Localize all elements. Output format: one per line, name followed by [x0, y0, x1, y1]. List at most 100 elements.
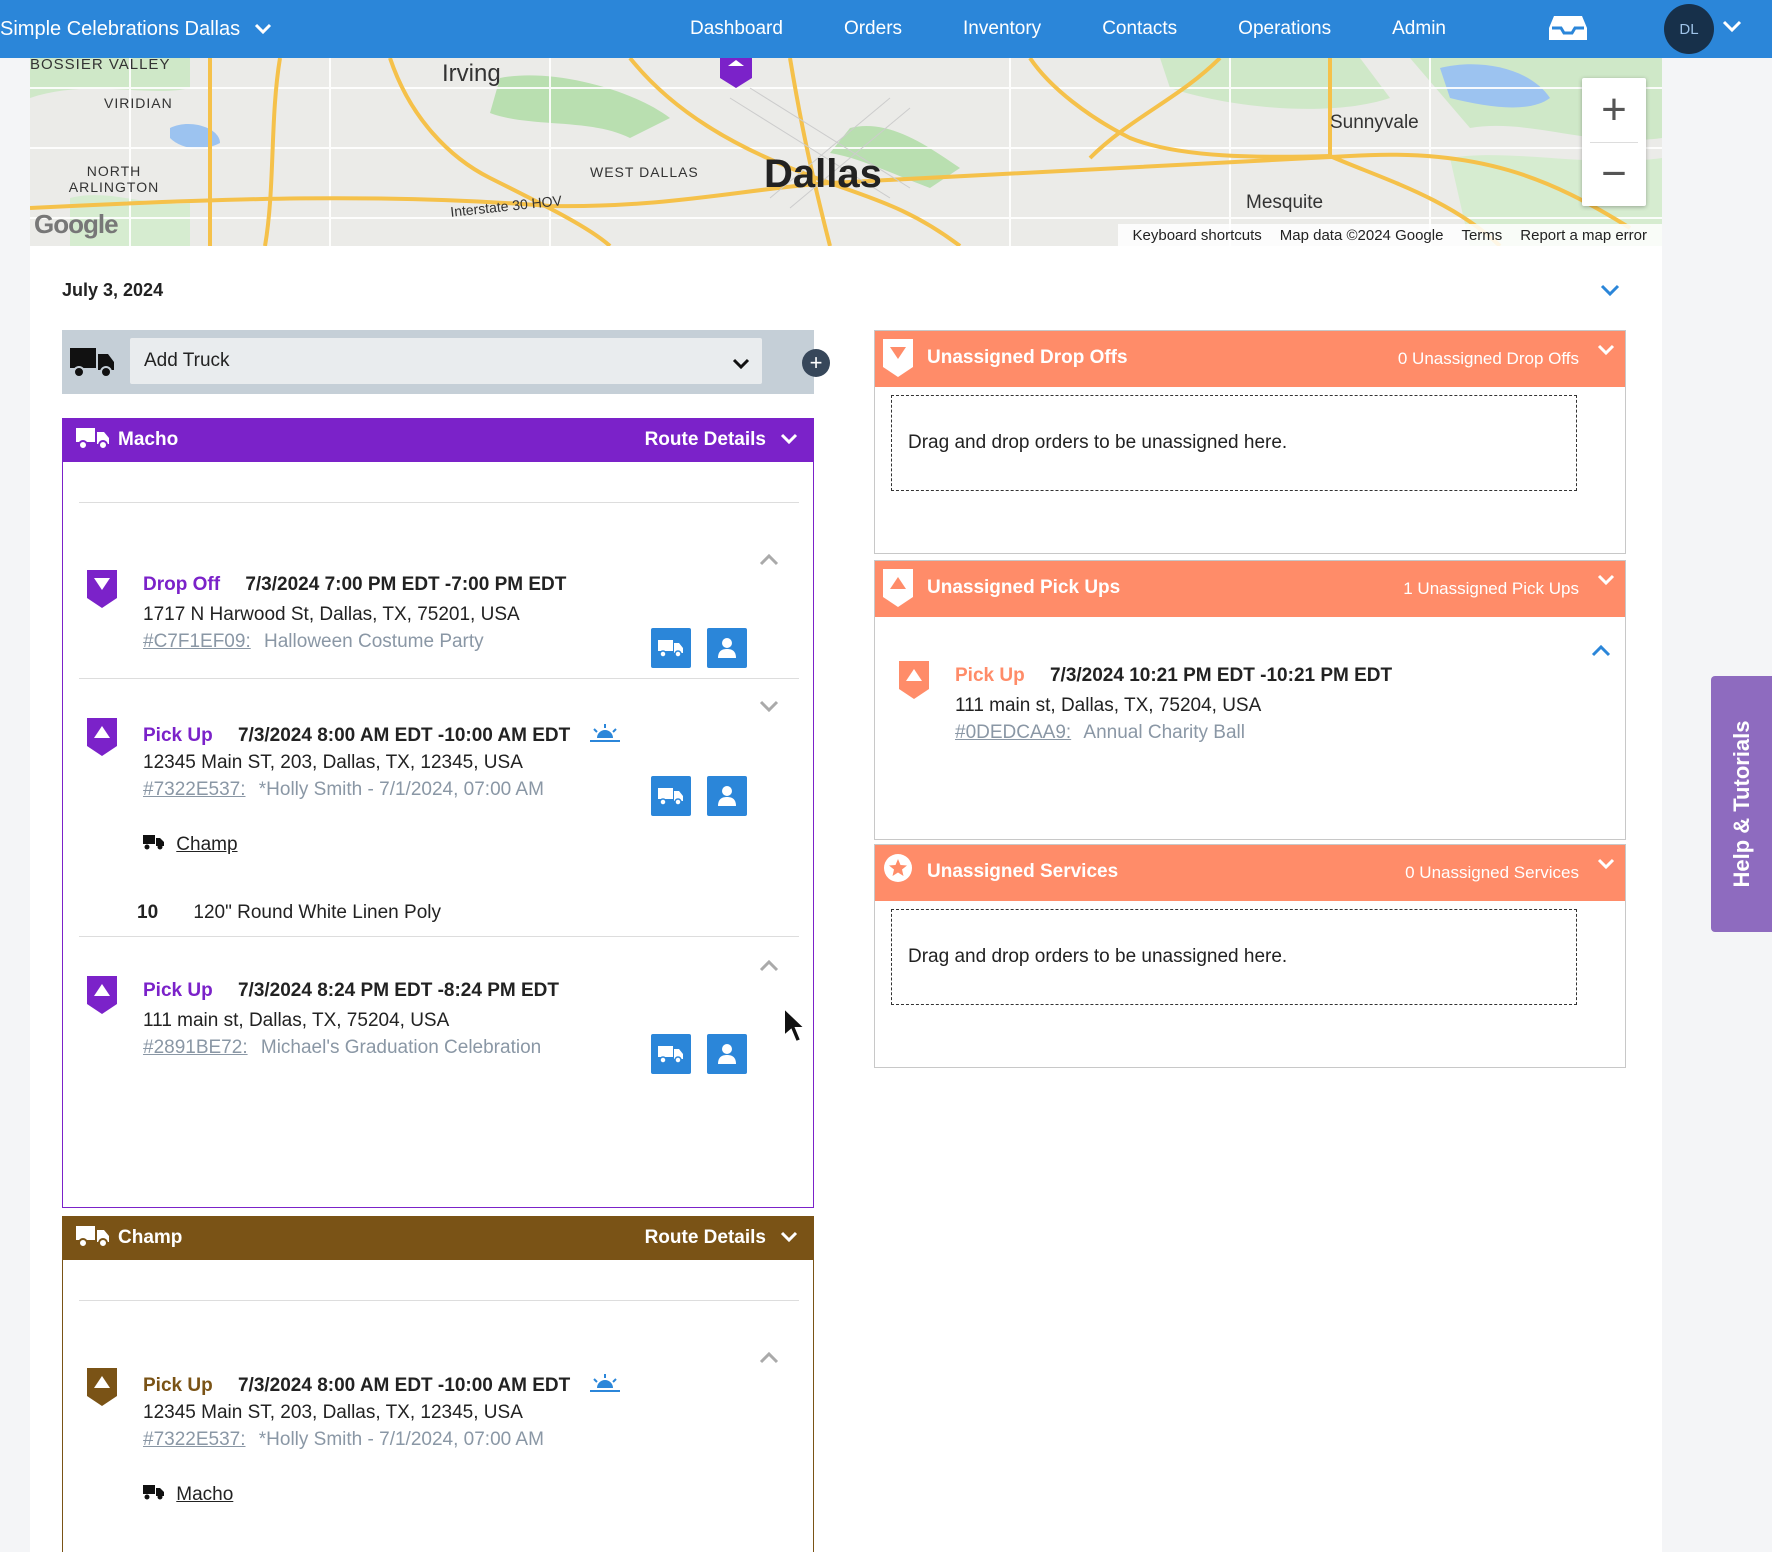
chevron-up-icon[interactable]	[759, 1350, 779, 1369]
zoom-out-button[interactable]: −	[1582, 142, 1646, 206]
mouse-cursor-icon	[782, 1005, 808, 1051]
order-name: Annual Charity Ball	[1083, 722, 1245, 743]
line-item: 10 120" Round White Linen Poly	[137, 902, 441, 924]
person-icon	[718, 786, 736, 806]
panel-header[interactable]: Unassigned Drop Offs 0 Unassigned Drop O…	[875, 331, 1625, 387]
avatar[interactable]: DL	[1664, 4, 1714, 54]
route-stops: Pick Up 7/3/2024 8:00 AM EDT -10:00 AM E…	[62, 1260, 814, 1552]
order-id-link[interactable]: #7322E537:	[143, 779, 246, 800]
stop-header: Pick Up 7/3/2024 8:24 PM EDT -8:24 PM ED…	[143, 980, 559, 1002]
nav-operations[interactable]: Operations	[1238, 18, 1331, 40]
chevron-down-icon[interactable]	[1597, 857, 1615, 875]
stop-time: 7/3/2024 8:00 AM EDT -10:00 AM EDT	[237, 725, 571, 747]
map-label: BOSSIER VALLEY	[30, 58, 171, 73]
order-id-link[interactable]: #C7F1EF09:	[143, 631, 251, 652]
terms-link[interactable]: Terms	[1461, 227, 1502, 244]
truck-icon	[658, 1046, 683, 1064]
stop-order: #2891BE72: Michael's Graduation Celebrat…	[143, 1037, 541, 1059]
top-nav: Simple Celebrations Dallas Dashboard Ord…	[0, 0, 1772, 58]
linked-truck: Macho	[143, 1484, 233, 1506]
map-data-text: Map data ©2024 Google	[1279, 226, 1444, 244]
order-id-link[interactable]: #7322E537:	[143, 1429, 246, 1450]
google-logo: Google	[34, 209, 119, 239]
chevron-up-icon[interactable]	[759, 552, 779, 571]
truck-icon	[76, 1224, 110, 1253]
stop-card[interactable]: Pick Up 7/3/2024 10:21 PM EDT -10:21 PM …	[891, 644, 1611, 761]
nav-contacts[interactable]: Contacts	[1102, 18, 1177, 40]
chevron-down-icon[interactable]	[1597, 573, 1615, 591]
stop-type: Pick Up	[143, 1375, 213, 1397]
panel-header[interactable]: Unassigned Services 0 Unassigned Service…	[875, 845, 1625, 901]
add-truck-select[interactable]: Add Truck	[130, 338, 762, 384]
linked-truck: Champ	[143, 834, 238, 856]
chevron-down-icon[interactable]	[1597, 343, 1615, 361]
pick-up-marker-icon	[87, 976, 117, 1021]
pick-up-marker-icon	[883, 569, 913, 614]
assign-truck-button[interactable]	[651, 628, 691, 668]
panel-count: 0 Unassigned Services	[1405, 863, 1579, 882]
panel-count: 0 Unassigned Drop Offs	[1397, 349, 1579, 368]
stop-order: #7322E537: *Holly Smith - 7/1/2024, 07:0…	[143, 779, 544, 801]
report-map-error-link[interactable]: Report a map error	[1520, 227, 1647, 244]
zoom-in-button[interactable]: +	[1582, 78, 1646, 142]
page-date: July 3, 2024	[62, 280, 164, 300]
linked-truck-link[interactable]: Champ	[176, 834, 237, 855]
assign-truck-button[interactable]	[651, 776, 691, 816]
panel-header[interactable]: Unassigned Pick Ups 1 Unassigned Pick Up…	[875, 561, 1625, 617]
route-details-link[interactable]: Route Details	[645, 1227, 766, 1249]
chevron-down-icon[interactable]	[1600, 284, 1620, 303]
stop-order: #C7F1EF09: Halloween Costume Party	[143, 631, 484, 653]
map-label: NORTH ARLINGTON	[68, 163, 160, 195]
stop-address: 1717 N Harwood St, Dallas, TX, 75201, US…	[143, 604, 520, 625]
nav-inventory[interactable]: Inventory	[963, 18, 1041, 40]
assign-crew-button[interactable]	[707, 628, 747, 668]
stop-card[interactable]: Pick Up 7/3/2024 8:00 AM EDT -10:00 AM E…	[79, 1351, 799, 1548]
company-switcher[interactable]: Simple Celebrations Dallas	[0, 0, 272, 58]
truck-icon	[76, 426, 110, 455]
assign-crew-button[interactable]	[707, 1034, 747, 1074]
assign-crew-button[interactable]	[707, 776, 747, 816]
order-id-link[interactable]: #0DEDCAA9:	[955, 722, 1071, 743]
chevron-up-icon[interactable]	[759, 958, 779, 977]
truck-icon	[143, 1485, 164, 1500]
stop-card[interactable]: Pick Up 7/3/2024 8:24 PM EDT -8:24 PM ED…	[79, 959, 799, 1076]
stop-address: 111 main st, Dallas, TX, 75204, USA	[143, 1010, 450, 1031]
linked-truck-link[interactable]: Macho	[176, 1484, 233, 1505]
stop-time: 7/3/2024 8:24 PM EDT -8:24 PM EDT	[237, 980, 559, 1001]
service-badge-icon	[883, 853, 913, 888]
company-name: Simple Celebrations Dallas	[0, 17, 241, 40]
nav-admin[interactable]: Admin	[1392, 18, 1446, 40]
assign-truck-button[interactable]	[651, 1034, 691, 1074]
help-tutorials-tab[interactable]: Help & Tutorials	[1711, 676, 1772, 932]
dispatch-panel: July 3, 2024 Add Truck + Macho Route Det…	[30, 246, 1662, 1552]
stop-type: Pick Up	[143, 980, 213, 1001]
chevron-down-icon	[732, 354, 750, 376]
route-map[interactable]: BOSSIER VALLEY Irving VIRIDIAN NORTH ARL…	[30, 58, 1662, 246]
stop-card[interactable]: Drop Off 7/3/2024 7:00 PM EDT -7:00 PM E…	[79, 553, 799, 670]
chevron-down-icon[interactable]	[780, 432, 798, 450]
stop-card[interactable]: Pick Up 7/3/2024 8:00 AM EDT -10:00 AM E…	[79, 700, 799, 948]
map-label: Mesquite	[1246, 192, 1324, 213]
unassigned-services-panel: Unassigned Services 0 Unassigned Service…	[874, 844, 1626, 1068]
inbox-icon[interactable]	[1548, 14, 1588, 44]
nav-dashboard[interactable]: Dashboard	[690, 18, 783, 40]
chevron-down-icon[interactable]	[1722, 20, 1742, 39]
drop-zone[interactable]: Drag and drop orders to be unassigned he…	[891, 395, 1577, 491]
stop-actions	[651, 1034, 763, 1074]
add-truck-button[interactable]: +	[802, 349, 830, 377]
route-header[interactable]: Champ Route Details	[62, 1216, 814, 1260]
route-header[interactable]: Macho Route Details	[62, 418, 814, 462]
item-name: 120" Round White Linen Poly	[193, 902, 441, 923]
chevron-down-icon[interactable]	[780, 1230, 798, 1248]
keyboard-shortcuts-link[interactable]: Keyboard shortcuts	[1133, 227, 1262, 244]
chevron-down-icon[interactable]	[759, 700, 779, 719]
nav-orders[interactable]: Orders	[844, 18, 902, 40]
order-id-link[interactable]: #2891BE72:	[143, 1037, 248, 1058]
drop-zone[interactable]: Drag and drop orders to be unassigned he…	[891, 909, 1577, 1005]
stop-header: Pick Up 7/3/2024 8:00 AM EDT -10:00 AM E…	[143, 722, 622, 750]
route-details-link[interactable]: Route Details	[645, 429, 766, 451]
map-label: VIRIDIAN	[104, 95, 173, 111]
add-truck-bar: Add Truck +	[62, 330, 830, 394]
pick-up-marker-icon	[899, 661, 929, 706]
chevron-up-icon[interactable]	[1591, 643, 1611, 662]
